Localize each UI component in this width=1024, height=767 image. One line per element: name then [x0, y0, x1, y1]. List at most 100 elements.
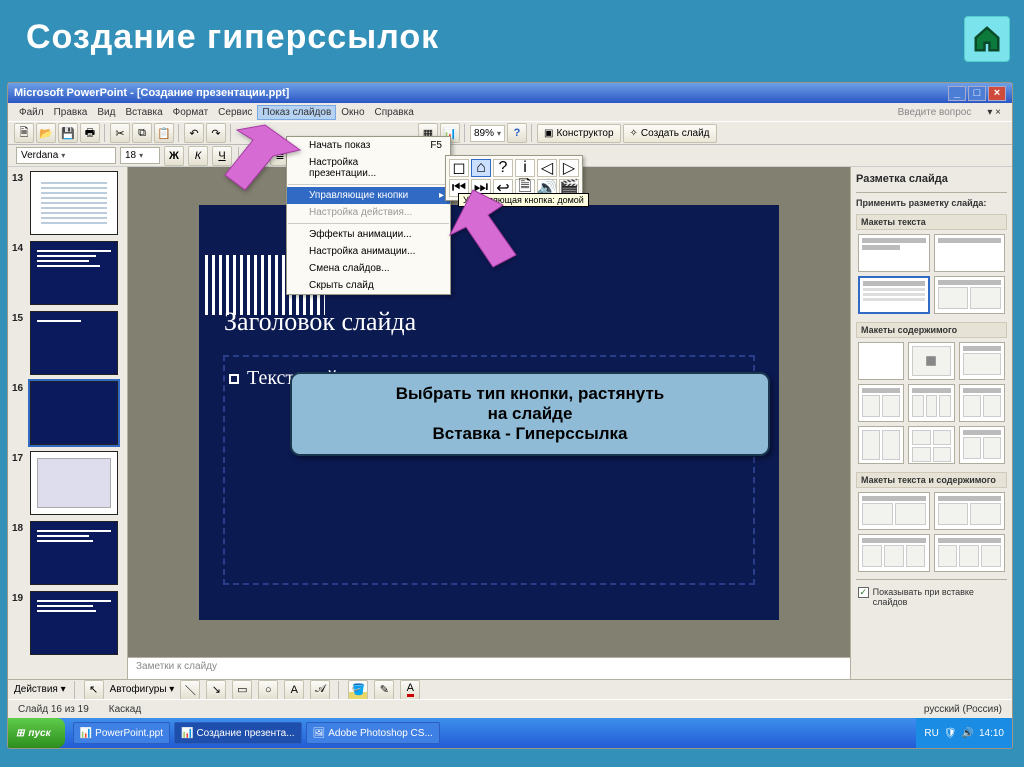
menu-slideshow[interactable]: Показ слайдов: [257, 105, 336, 120]
line-color-icon[interactable]: ✎: [374, 680, 394, 700]
task-item[interactable]: 📊 PowerPoint.ppt: [73, 722, 170, 744]
thumb-13[interactable]: 13: [12, 171, 123, 235]
layout-option[interactable]: [858, 276, 930, 314]
open-icon[interactable]: 📂: [36, 123, 56, 143]
line-icon[interactable]: ＼: [180, 680, 200, 700]
thumb-14[interactable]: 14: [12, 241, 123, 305]
designer-button[interactable]: ▣ Конструктор: [537, 124, 620, 143]
taskpane-checkbox[interactable]: ✓Показывать при вставке слайдов: [856, 583, 1007, 611]
textbox-icon[interactable]: A: [284, 680, 304, 700]
palette-btn-home[interactable]: ⌂: [471, 159, 491, 177]
layout-option[interactable]: [858, 384, 904, 422]
new-doc-icon[interactable]: 🗎: [14, 123, 34, 143]
pointer-icon[interactable]: ↖: [84, 680, 104, 700]
menu-tools[interactable]: Сервис: [213, 105, 257, 120]
layout-option[interactable]: [908, 342, 954, 380]
help-hint[interactable]: Введите вопрос: [893, 105, 977, 120]
layout-option[interactable]: [858, 234, 930, 272]
autoshapes-menu[interactable]: Автофигуры ▾: [110, 684, 175, 695]
thumb-15[interactable]: 15: [12, 311, 123, 375]
tray-lang[interactable]: RU: [924, 728, 938, 739]
task-item[interactable]: 🖼 Adobe Photoshop CS...: [306, 722, 440, 744]
tray-time: 14:10: [979, 728, 1004, 739]
menu-file[interactable]: Файл: [14, 105, 49, 120]
start-button[interactable]: ⊞ пуск: [8, 718, 65, 748]
layout-option[interactable]: [858, 492, 930, 530]
menu-setup-show[interactable]: Настройка презентации...: [287, 154, 450, 182]
palette-btn[interactable]: ◻: [449, 159, 469, 177]
layout-option[interactable]: [934, 534, 1006, 572]
fill-icon[interactable]: 🪣: [348, 680, 368, 700]
palette-btn[interactable]: ◁: [537, 159, 557, 177]
tray-icon[interactable]: 🔊: [962, 728, 974, 739]
minimize-button[interactable]: _: [948, 86, 966, 101]
font-color-icon[interactable]: A: [400, 680, 420, 700]
arrow-icon[interactable]: ↘: [206, 680, 226, 700]
notes-pane[interactable]: Заметки к слайду: [128, 657, 850, 679]
statusbar: Слайд 16 из 19 Каскад русский (Россия): [8, 699, 1012, 718]
cut-icon[interactable]: ✂: [110, 123, 130, 143]
tray-icon[interactable]: 🛡: [944, 728, 957, 739]
new-slide-button[interactable]: ✧ Создать слайд: [623, 124, 717, 143]
drawing-toolbar: Действия ▾ ↖ Автофигуры ▾ ＼ ↘ ▭ ○ A 𝒜 🪣 …: [8, 679, 1012, 699]
size-combo[interactable]: 18▾: [120, 147, 160, 164]
actions-menu[interactable]: Действия ▾: [14, 684, 66, 695]
layout-option[interactable]: [908, 426, 954, 464]
layout-option[interactable]: [858, 426, 904, 464]
palette-btn[interactable]: ?: [493, 159, 513, 177]
menu-transition[interactable]: Смена слайдов...: [287, 260, 450, 277]
layout-option[interactable]: [959, 426, 1005, 464]
bold-icon[interactable]: Ж: [164, 146, 184, 166]
help-icon[interactable]: ?: [507, 123, 527, 143]
task-item[interactable]: 📊 Создание презента...: [174, 722, 302, 744]
pointer-arrow-1: [195, 120, 305, 205]
menu-hide-slide[interactable]: Скрыть слайд: [287, 277, 450, 294]
menu-view[interactable]: Вид: [92, 105, 120, 120]
thumb-19[interactable]: 19: [12, 591, 123, 655]
slide-title[interactable]: Заголовок слайда: [224, 307, 416, 337]
layout-option[interactable]: [934, 276, 1006, 314]
menu-start-show[interactable]: Начать показF5: [287, 137, 450, 154]
layout-option[interactable]: [959, 384, 1005, 422]
layout-option[interactable]: [908, 384, 954, 422]
maximize-button[interactable]: □: [968, 86, 986, 101]
status-lang: русский (Россия): [924, 704, 1002, 715]
menu-anim-effects[interactable]: Эффекты анимации...: [287, 226, 450, 243]
layout-option[interactable]: [858, 342, 904, 380]
oval-icon[interactable]: ○: [258, 680, 278, 700]
standard-toolbar: 🗎 📂 💾 🖶 ✂ ⧉ 📋 ↶ ↷ ▦ 📊 89%▾ ? ▣ Конструкт…: [8, 121, 1012, 145]
instruction-box: Выбрать тип кнопки, растянуть на слайде …: [290, 372, 770, 456]
menu-help[interactable]: Справка: [370, 105, 419, 120]
app-title: Microsoft PowerPoint - [Создание презент…: [14, 87, 289, 99]
menu-anim-setup[interactable]: Настройка анимации...: [287, 243, 450, 260]
rect-icon[interactable]: ▭: [232, 680, 252, 700]
group-text-content-layouts: Макеты текста и содержимого: [856, 472, 1007, 488]
thumb-16[interactable]: 16: [12, 381, 123, 445]
taskpane-title: Разметка слайда: [856, 171, 1007, 189]
wordart-icon[interactable]: 𝒜: [310, 680, 330, 700]
menu-window[interactable]: Окно: [336, 105, 369, 120]
group-content-layouts: Макеты содержимого: [856, 322, 1007, 338]
font-combo[interactable]: Verdana▾: [16, 147, 116, 164]
layout-option[interactable]: [934, 492, 1006, 530]
menu-insert[interactable]: Вставка: [120, 105, 167, 120]
palette-btn[interactable]: ▷: [559, 159, 579, 177]
slideshow-dropdown: Начать показF5 Настройка презентации... …: [286, 136, 451, 295]
taskpane-apply-label: Применить разметку слайда:: [856, 196, 1007, 210]
layout-option[interactable]: [959, 342, 1005, 380]
menu-edit[interactable]: Правка: [49, 105, 93, 120]
print-icon[interactable]: 🖶: [80, 123, 100, 143]
save-icon[interactable]: 💾: [58, 123, 78, 143]
home-button[interactable]: [964, 16, 1010, 62]
menu-action-buttons[interactable]: Управляющие кнопки▸: [287, 187, 450, 204]
layout-option[interactable]: [858, 534, 930, 572]
thumb-17[interactable]: 17: [12, 451, 123, 515]
copy-icon[interactable]: ⧉: [132, 123, 152, 143]
close-button[interactable]: ×: [988, 86, 1006, 101]
paste-icon[interactable]: 📋: [154, 123, 174, 143]
menu-format[interactable]: Формат: [168, 105, 214, 120]
layout-option[interactable]: [934, 234, 1006, 272]
zoom-combo[interactable]: 89%▾: [470, 125, 505, 142]
thumb-18[interactable]: 18: [12, 521, 123, 585]
system-tray[interactable]: RU 🛡 🔊 14:10: [916, 718, 1012, 748]
